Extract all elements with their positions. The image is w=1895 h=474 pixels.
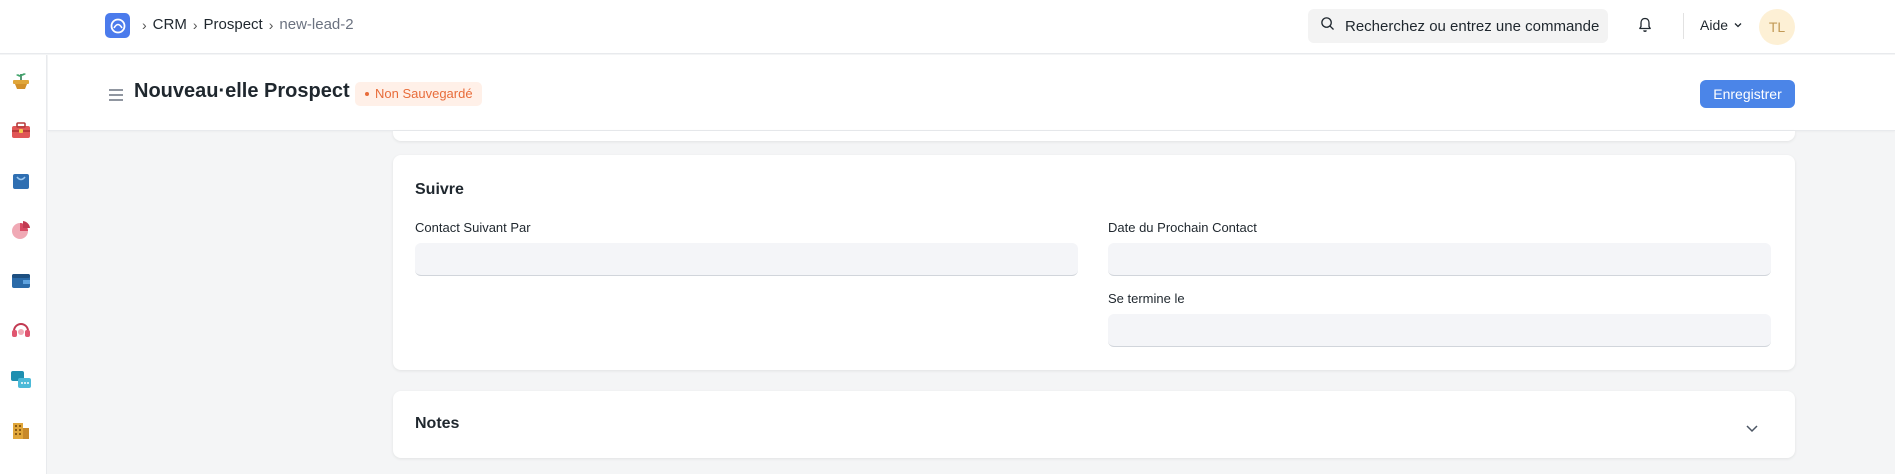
- plant-icon[interactable]: [10, 69, 32, 91]
- follow-up-section: Suivre Contact Suivant Par Date du Proch…: [393, 155, 1795, 370]
- navbar-divider: [1683, 13, 1684, 39]
- pie-chart-icon[interactable]: [10, 219, 32, 241]
- shopping-bag-icon[interactable]: [10, 169, 32, 191]
- top-navbar: › CRM › Prospect › new-lead-2 Recherchez…: [0, 0, 1895, 54]
- status-badge: Non Sauvegardé: [355, 82, 482, 106]
- toolbox-icon[interactable]: [10, 119, 32, 141]
- next-contact-date-field[interactable]: [1108, 243, 1771, 276]
- ends-on-label: Se termine le: [1108, 291, 1185, 306]
- help-label: Aide: [1700, 17, 1729, 33]
- chevron-right-icon: ›: [268, 16, 274, 33]
- section-title: Suivre: [415, 181, 464, 198]
- building-icon[interactable]: [10, 419, 32, 441]
- search-icon: [1320, 16, 1335, 36]
- chevron-down-icon: [1734, 23, 1742, 28]
- search-input[interactable]: Recherchez ou entrez une commande: [1308, 9, 1608, 43]
- save-button[interactable]: Enregistrer: [1700, 80, 1795, 108]
- wallet-icon[interactable]: [10, 269, 32, 291]
- contact-by-field[interactable]: [415, 243, 1078, 276]
- avatar[interactable]: TL: [1759, 9, 1795, 45]
- notification-bell-icon[interactable]: [1636, 16, 1654, 39]
- search-placeholder: Recherchez ou entrez une commande: [1345, 17, 1600, 35]
- headset-icon[interactable]: [10, 319, 32, 341]
- menu-icon[interactable]: [108, 88, 124, 107]
- section-title: Notes: [415, 415, 460, 432]
- notes-section[interactable]: Notes: [393, 391, 1795, 458]
- chevron-right-icon: ›: [142, 16, 147, 33]
- help-dropdown[interactable]: Aide: [1700, 17, 1743, 33]
- sidebar-rail: [0, 55, 47, 474]
- breadcrumb-current: new-lead-2: [279, 16, 354, 33]
- breadcrumb: › CRM › Prospect › new-lead-2: [140, 16, 354, 33]
- next-contact-date-label: Date du Prochain Contact: [1108, 220, 1257, 235]
- ends-on-field[interactable]: [1108, 314, 1771, 347]
- contact-by-label: Contact Suivant Par: [415, 220, 531, 235]
- page-header: Nouveau·elle Prospect Non Sauvegardé Enr…: [48, 55, 1895, 131]
- chevron-right-icon: ›: [192, 16, 198, 33]
- page-title: Nouveau·elle Prospect: [134, 80, 350, 102]
- app-logo-icon[interactable]: [105, 13, 130, 38]
- chevron-down-icon[interactable]: [1745, 420, 1759, 438]
- previous-section-card: [393, 131, 1795, 141]
- chat-icon[interactable]: [10, 369, 32, 391]
- breadcrumb-prospect[interactable]: Prospect: [204, 16, 263, 33]
- breadcrumb-crm[interactable]: CRM: [153, 16, 187, 33]
